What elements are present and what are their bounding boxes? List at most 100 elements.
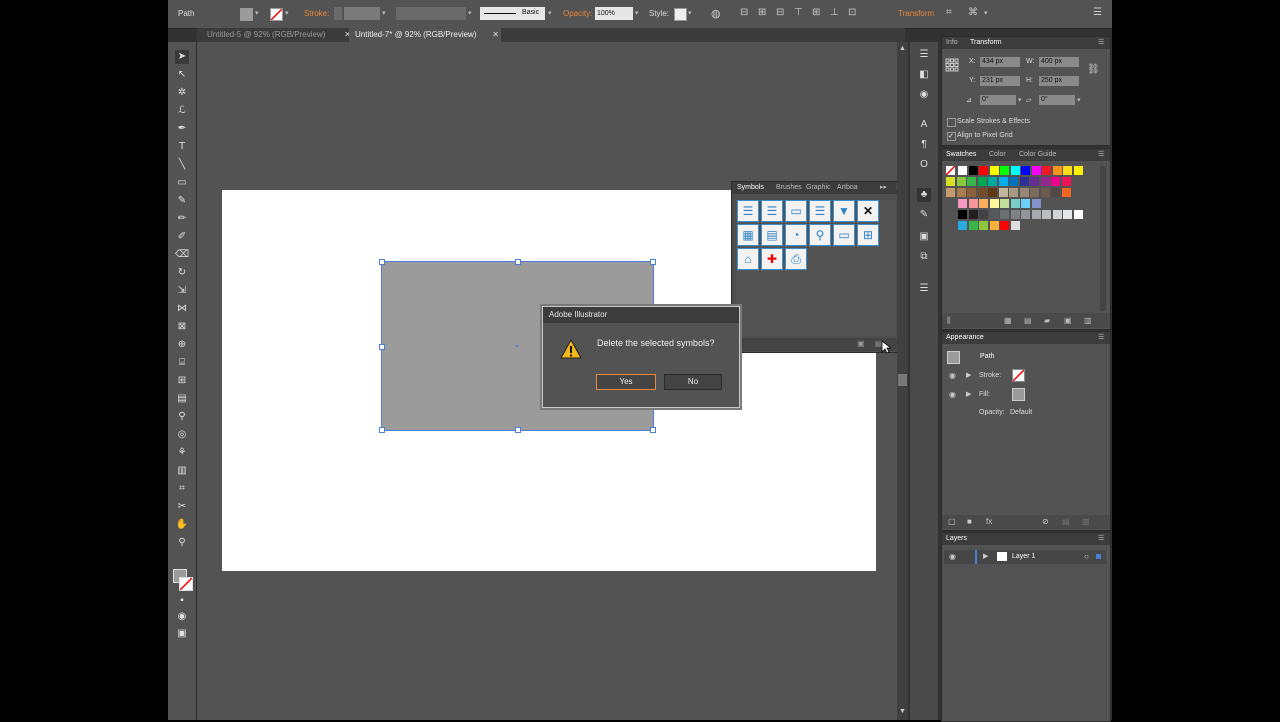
align-middle-icon[interactable]: ⊞ xyxy=(812,7,820,18)
color-swatch[interactable] xyxy=(1042,166,1051,175)
brushes-panel-icon[interactable]: ✎ xyxy=(917,208,931,222)
layers-title[interactable]: Layers xyxy=(946,533,967,545)
layer-row[interactable]: ◉ ▶ Layer 1 ○ xyxy=(944,550,1106,564)
color-swatch[interactable] xyxy=(958,199,967,208)
vertical-scrollbar[interactable]: ▲ ▼ xyxy=(897,42,908,720)
eyedropper-tool-icon[interactable]: ⚲ xyxy=(175,410,189,424)
clear-appearance-icon[interactable]: ⊘ xyxy=(1042,517,1049,526)
panel-menu-icon[interactable]: ☰ xyxy=(1098,37,1104,49)
arrange-dropdown-icon[interactable]: ▾ xyxy=(984,9,988,17)
free-transform-tool-icon[interactable]: ⊠ xyxy=(175,320,189,334)
direct-selection-tool-icon[interactable]: ↖ xyxy=(175,68,189,82)
new-swatch-icon[interactable]: ▣ xyxy=(1064,316,1072,325)
align-pixel-checkbox[interactable]: ✓ xyxy=(947,132,956,141)
eraser-tool-icon[interactable]: ⌫ xyxy=(175,248,189,262)
rotate-tool-icon[interactable]: ↻ xyxy=(175,266,189,280)
align-center-icon[interactable]: ⊞ xyxy=(758,7,766,18)
tab-symbols[interactable]: Symbols xyxy=(737,182,764,194)
color-swatch[interactable] xyxy=(989,166,999,175)
color-guide-icon[interactable]: ◉ xyxy=(917,88,931,102)
color-panel-icon[interactable]: ◧ xyxy=(917,68,931,82)
handle-bottom-right[interactable] xyxy=(650,427,656,433)
swatch-libraries-icon[interactable]: ⫼ xyxy=(947,316,951,326)
expand-tabs-icon[interactable]: ▸▸ xyxy=(880,182,887,194)
panel-menu-icon[interactable]: ☰ xyxy=(1098,533,1104,545)
color-swatch[interactable] xyxy=(1073,166,1083,175)
opentype-panel-icon[interactable]: O xyxy=(917,158,931,172)
hand-tool-icon[interactable]: ✋ xyxy=(175,518,189,532)
mesh-tool-icon[interactable]: ⊞ xyxy=(175,374,189,388)
tab-artboards[interactable]: Artboa xyxy=(837,182,858,194)
color-swatch[interactable] xyxy=(958,221,967,230)
column-graph-tool-icon[interactable]: ▥ xyxy=(175,464,189,478)
tab-swatches[interactable]: Swatches xyxy=(946,149,976,161)
symbol-item[interactable]: ◔ xyxy=(785,224,807,246)
expand-arrow-icon[interactable]: ▶ xyxy=(966,371,971,379)
color-swatch[interactable] xyxy=(1000,221,1009,230)
layer-name[interactable]: Layer 1 xyxy=(1012,553,1035,560)
tab-untitled-7[interactable]: Untitled-7* @ 92% (RGB/Preview) ✕ xyxy=(349,28,501,42)
handle-middle-left[interactable] xyxy=(379,344,385,350)
color-swatch[interactable] xyxy=(967,188,976,197)
none-swatch[interactable] xyxy=(946,166,955,175)
handle-bottom-middle[interactable] xyxy=(515,427,521,433)
selection-tool-icon[interactable]: ➤ xyxy=(175,50,189,64)
isolate-icon[interactable]: ⌗ xyxy=(946,7,952,18)
shear-field[interactable]: 0° xyxy=(1039,95,1075,105)
eye-icon[interactable]: ◉ xyxy=(949,552,956,561)
symbol-item[interactable]: ▤ xyxy=(761,224,783,246)
tab-color[interactable]: Color xyxy=(989,149,1006,161)
shape-builder-tool-icon[interactable]: ⊕ xyxy=(175,338,189,352)
graphic-styles-icon[interactable]: ▣ xyxy=(917,230,931,244)
color-swatch[interactable] xyxy=(989,210,999,219)
color-swatch[interactable] xyxy=(979,221,988,230)
color-swatch[interactable] xyxy=(1040,188,1050,197)
constrain-link-icon[interactable]: ⛓ xyxy=(1087,64,1100,75)
width-tool-icon[interactable]: ⋈ xyxy=(175,302,189,316)
color-swatch[interactable] xyxy=(1021,210,1030,219)
fill-color-button[interactable] xyxy=(240,8,253,21)
character-panel-icon[interactable]: A xyxy=(917,118,931,132)
symbols-panel-icon[interactable]: ♣ xyxy=(917,188,931,202)
stroke-weight-field[interactable] xyxy=(344,7,380,20)
zoom-tool-icon[interactable]: ⚲ xyxy=(175,536,189,550)
yes-button[interactable]: Yes xyxy=(596,374,656,390)
selection-indicator[interactable] xyxy=(1096,554,1101,559)
appearance-title[interactable]: Appearance xyxy=(946,332,984,344)
show-swatch-kinds-icon[interactable]: ▦ xyxy=(1004,316,1012,325)
stroke-weight-dropdown-icon[interactable]: ▾ xyxy=(382,9,386,17)
symbol-item[interactable]: ▭ xyxy=(833,224,855,246)
color-swatch[interactable] xyxy=(1040,177,1050,186)
screen-mode-icon[interactable]: ▣ xyxy=(175,627,189,641)
graphic-style-button[interactable] xyxy=(674,8,687,21)
color-swatch[interactable] xyxy=(968,166,978,175)
align-options-icon[interactable]: ⊡ xyxy=(848,7,856,18)
h-field[interactable]: 250 px xyxy=(1039,76,1079,86)
gradient-tool-icon[interactable]: ▤ xyxy=(175,392,189,406)
scale-strokes-checkbox[interactable] xyxy=(947,118,956,127)
opacity-row-label[interactable]: Opacity: xyxy=(979,409,1005,416)
color-swatch[interactable] xyxy=(977,188,987,197)
eye-icon[interactable]: ◉ xyxy=(949,371,956,380)
tab-info[interactable]: Info xyxy=(946,37,958,49)
artboard-tool-icon[interactable]: ⌗ xyxy=(175,482,189,496)
shear-dropdown-icon[interactable]: ▾ xyxy=(1077,96,1081,104)
blob-brush-tool-icon[interactable]: ✐ xyxy=(175,230,189,244)
handle-top-left[interactable] xyxy=(379,259,385,265)
color-swatch[interactable] xyxy=(1000,210,1009,219)
color-swatch[interactable] xyxy=(958,210,967,219)
color-swatch[interactable] xyxy=(1010,199,1020,208)
handle-bottom-left[interactable] xyxy=(379,427,385,433)
swatches-scrollbar[interactable] xyxy=(1100,166,1106,311)
color-swatch[interactable] xyxy=(1021,199,1030,208)
color-swatch[interactable] xyxy=(1061,177,1071,186)
color-swatch[interactable] xyxy=(1030,188,1039,197)
transform-link[interactable]: Transform xyxy=(898,9,934,18)
color-swatch[interactable] xyxy=(1063,210,1072,219)
color-swatch[interactable] xyxy=(946,177,955,186)
color-swatch[interactable] xyxy=(1051,177,1060,186)
color-swatch[interactable] xyxy=(1021,166,1030,175)
color-swatch[interactable] xyxy=(1042,210,1051,219)
pencil-tool-icon[interactable]: ✏ xyxy=(175,212,189,226)
style-dropdown-icon[interactable]: ▾ xyxy=(688,9,692,17)
